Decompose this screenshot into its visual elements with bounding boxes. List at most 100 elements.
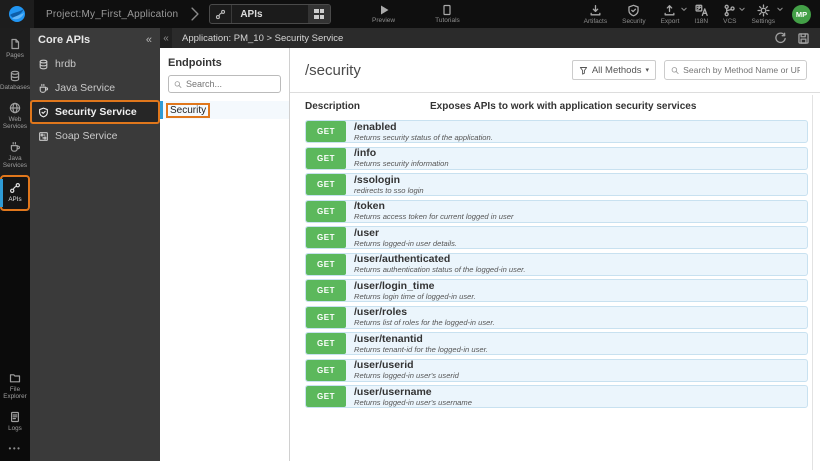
sidebar-item-file-explorer[interactable]: File Explorer (0, 367, 30, 406)
topbar-center-actions: Preview Tutorials (372, 0, 460, 28)
vcs-button[interactable]: VCS (723, 0, 745, 28)
sidebar-item-databases[interactable]: Databases (0, 65, 30, 97)
save-icon[interactable] (797, 32, 810, 45)
search-icon (174, 80, 182, 88)
method-badge: GET (306, 147, 346, 169)
method-badge: GET (306, 227, 346, 248)
branch-icon (724, 4, 736, 16)
endpoint-path: /user/authenticated (354, 253, 451, 265)
log-file-icon (10, 411, 20, 423)
topbar-right-actions: Artifacts Security Export I18N VCS Setti… (584, 0, 820, 28)
method-badge: GET (306, 174, 346, 195)
endpoint-row[interactable]: GET /user/tenantid Returns tenant-id for… (305, 332, 808, 355)
caret-down-icon (777, 7, 783, 11)
export-button[interactable]: Export (661, 0, 688, 28)
endpoint-row[interactable]: GET /user/roles Returns list of roles fo… (305, 305, 808, 329)
grid-icon[interactable] (308, 5, 331, 23)
translate-icon (695, 4, 708, 16)
endpoint-description: Returns tenant-id for the logged-in user… (354, 344, 488, 354)
preview-button[interactable]: Preview (372, 0, 395, 28)
tutorials-button[interactable]: Tutorials (435, 0, 460, 28)
endpoint-path: /token (354, 200, 385, 212)
endpoint-path: /ssologin (354, 173, 401, 186)
endpoints-search-input[interactable] (185, 79, 275, 89)
collapse-panel-icon[interactable]: « (160, 28, 172, 48)
endpoint-row[interactable]: GET /user/authenticated Returns authenti… (305, 252, 808, 276)
endpoint-item-security[interactable]: Security (160, 101, 289, 119)
endpoint-row[interactable]: GET /ssologin redirects to sso login (305, 173, 808, 196)
shield-icon (39, 107, 48, 117)
sidebar-item-pages[interactable]: Pages (0, 33, 30, 65)
endpoints-title: Endpoints (168, 57, 222, 69)
caret-down-icon (681, 7, 688, 11)
endpoint-row[interactable]: GET /user/userid Returns logged-in user'… (305, 358, 808, 382)
core-api-item-java-service[interactable]: Java Service (30, 76, 160, 100)
endpoint-row[interactable]: GET /token Returns access token for curr… (305, 199, 808, 223)
tab-apis[interactable]: APIs (209, 4, 332, 24)
endpoint-list: GET /enabled Returns security status of … (290, 118, 820, 408)
endpoint-row[interactable]: GET /user/login_time Returns login time … (305, 279, 808, 302)
endpoints-search[interactable] (168, 75, 281, 93)
app-logo[interactable] (0, 0, 34, 28)
breadcrumb: Application: PM_10 > Security Service (182, 32, 344, 44)
core-apis-panel: Core APIs « hrdb Java Service Security S… (30, 28, 160, 461)
endpoint-description: Returns logged-in user details. (354, 238, 457, 248)
top-bar: Project:My_First_Application APIs Previe… (0, 0, 820, 28)
endpoint-description: Returns access token for current logged … (354, 212, 514, 221)
sidebar-item-logs[interactable]: Logs (0, 406, 30, 438)
method-badge: GET (306, 121, 346, 142)
upload-icon (665, 4, 675, 15)
dropdown-arrow-icon: ▾ (645, 67, 649, 74)
core-api-item-soap-service[interactable]: Soap Service (30, 124, 160, 148)
main-panel: /security All Methods ▾ Description Expo… (290, 48, 820, 470)
endpoint-row[interactable]: GET /enabled Returns security status of … (305, 120, 808, 143)
globe-icon (9, 102, 21, 114)
sidebar-main-group: Pages Databases Web Services Java Servic… (0, 28, 30, 211)
description-value: Exposes APIs to work with application se… (430, 101, 697, 112)
endpoint-path: /user/roles (354, 306, 408, 318)
scroll-divider (812, 95, 813, 470)
search-icon (671, 66, 679, 74)
endpoint-description: Returns logged-in user's userid (354, 371, 459, 380)
artifacts-button[interactable]: Artifacts (584, 0, 607, 28)
sidebar-item-apis[interactable]: APIs (0, 175, 30, 211)
methods-filter-dropdown[interactable]: All Methods ▾ (571, 60, 656, 80)
collapse-panel-icon[interactable]: « (146, 34, 152, 46)
endpoint-row[interactable]: GET /user Returns logged-in user details… (305, 226, 808, 249)
breadcrumb-actions (774, 31, 820, 45)
endpoint-path: /user/username (354, 385, 432, 398)
document-icon (443, 4, 452, 16)
more-options-icon[interactable]: ••• (0, 438, 30, 457)
shield-icon (628, 4, 640, 16)
project-name-label: Project:My_First_Application (46, 8, 179, 20)
endpoint-path: /user/tenantid (354, 332, 423, 345)
endpoint-description: Returns security information (354, 159, 449, 168)
chevron-right-icon (191, 7, 199, 21)
description-label: Description (305, 101, 361, 112)
main-header: /security All Methods ▾ (290, 48, 820, 93)
core-api-item-hrdb[interactable]: hrdb (30, 52, 160, 76)
play-icon (380, 5, 389, 15)
service-description-row: Description Exposes APIs to work with ap… (290, 93, 820, 118)
settings-button[interactable]: Settings (752, 0, 783, 28)
endpoint-description: Returns logged-in user's username (354, 397, 472, 407)
tab-apis-label: APIs (240, 8, 263, 20)
user-avatar[interactable]: MP (792, 4, 811, 24)
method-badge: GET (306, 200, 346, 222)
core-api-item-security-service[interactable]: Security Service (30, 100, 160, 124)
method-search[interactable] (664, 60, 807, 80)
gear-icon (757, 3, 770, 17)
refresh-icon[interactable] (774, 31, 787, 45)
endpoint-path: /enabled (354, 120, 397, 133)
page-title: /security (305, 61, 361, 79)
database-icon (39, 59, 48, 69)
sidebar-item-web-services[interactable]: Web Services (0, 97, 30, 136)
method-search-input[interactable] (683, 65, 800, 75)
endpoint-row[interactable]: GET /user/username Returns logged-in use… (305, 385, 808, 408)
caret-down-icon (738, 7, 745, 11)
i18n-button[interactable]: I18N (694, 0, 708, 28)
endpoint-row[interactable]: GET /info Returns security information (305, 146, 808, 170)
endpoint-description: Returns login time of logged-in user. (354, 291, 476, 301)
security-button[interactable]: Security (622, 0, 646, 28)
sidebar-item-java-services[interactable]: Java Services (0, 136, 30, 175)
